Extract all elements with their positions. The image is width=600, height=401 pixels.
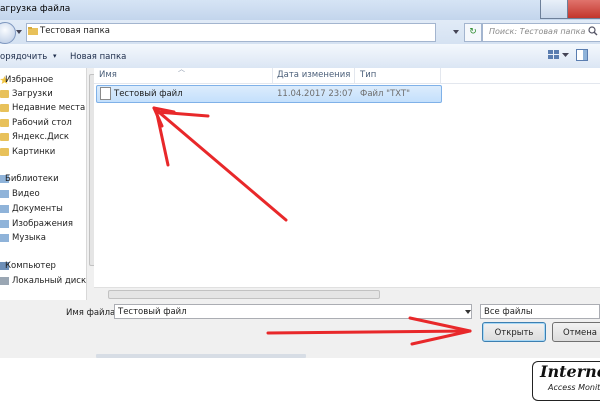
window-title: агрузка файла <box>0 4 71 14</box>
sidebar-item[interactable]: Локальный диск <box>12 276 86 286</box>
title-bar <box>0 0 600 20</box>
filename-input[interactable]: Тестовый файл <box>114 304 472 319</box>
column-divider[interactable] <box>354 68 355 83</box>
sidebar-item[interactable]: Загрузки <box>12 89 53 99</box>
organize-button[interactable]: орядочить <box>0 52 47 62</box>
column-divider[interactable] <box>272 68 273 83</box>
column-header-type[interactable]: Тип <box>360 70 376 80</box>
open-button[interactable]: Открыть <box>482 322 546 342</box>
sidebar-item[interactable]: Яндекс.Диск <box>12 132 69 142</box>
sidebar-item[interactable]: Библиотеки <box>5 174 59 184</box>
filetype-select[interactable]: Все файлы <box>480 304 600 319</box>
column-header-modified[interactable]: Дата изменения <box>277 70 350 80</box>
library-icon <box>0 205 9 213</box>
close-button[interactable] <box>567 0 600 19</box>
file-name[interactable]: Тестовый файл <box>114 89 183 99</box>
library-icon <box>0 190 9 198</box>
sort-up-icon: ︿ <box>178 65 185 73</box>
refresh-button[interactable]: ↻ <box>464 23 482 42</box>
file-list-hscrollbar[interactable] <box>94 287 600 300</box>
folder-icon <box>0 104 9 112</box>
address-dropdown-icon[interactable] <box>452 28 460 36</box>
cancel-button[interactable]: Отмена <box>552 322 600 342</box>
library-icon <box>0 220 9 228</box>
text-file-icon <box>100 87 111 100</box>
folder-icon <box>0 90 9 98</box>
folder-icon <box>0 148 9 156</box>
file-modified: 11.04.2017 23:07 <box>277 89 353 99</box>
library-icon <box>0 234 9 242</box>
column-header-name[interactable]: Имя <box>99 70 117 80</box>
address-path: Тестовая папка <box>40 26 110 36</box>
new-folder-button[interactable]: Новая папка <box>70 52 126 62</box>
navigation-pane[interactable]: Избранное Загрузки Недавние места Рабочий с… <box>0 68 86 300</box>
sidebar-item[interactable]: Компьютер <box>5 261 56 271</box>
sidebar-item[interactable]: Изображения <box>12 219 73 229</box>
sidebar-item[interactable]: Рабочий стол <box>12 118 72 128</box>
sidebar-item[interactable]: Документы <box>12 204 63 214</box>
folder-icon <box>0 133 9 141</box>
watermark-line-1: Interne <box>540 362 600 381</box>
history-dropdown-icon[interactable] <box>14 27 24 37</box>
view-options-icon[interactable] <box>548 50 560 60</box>
folder-icon <box>28 27 38 35</box>
status-bar <box>96 354 306 358</box>
preview-pane-icon[interactable] <box>576 49 588 61</box>
search-icon[interactable] <box>588 26 598 36</box>
sidebar-item[interactable]: Избранное <box>5 75 53 85</box>
filename-label: Имя файла: <box>66 308 119 318</box>
sidebar-item[interactable]: Недавние места <box>12 103 85 113</box>
search-placeholder: Поиск: Тестовая папка <box>489 27 586 36</box>
folder-icon <box>0 119 9 127</box>
disk-icon <box>0 277 9 285</box>
column-divider[interactable] <box>440 68 441 83</box>
hscrollbar-thumb[interactable] <box>108 290 380 299</box>
watermark-line-2: Access Monit <box>548 383 600 392</box>
sidebar-item[interactable]: Картинки <box>12 147 55 157</box>
file-open-dialog: агрузка файла Тестовая папка ↻ Поиск: Те… <box>0 0 600 358</box>
filename-dropdown-icon[interactable] <box>464 305 472 318</box>
minimize-button[interactable] <box>540 0 568 19</box>
file-type: Файл "TXT" <box>360 89 411 99</box>
organize-dropdown-icon[interactable]: ▾ <box>53 52 57 60</box>
view-dropdown-icon[interactable] <box>562 52 569 58</box>
sidebar-item[interactable]: Музыка <box>12 233 46 243</box>
sidebar-item[interactable]: Видео <box>12 189 40 199</box>
